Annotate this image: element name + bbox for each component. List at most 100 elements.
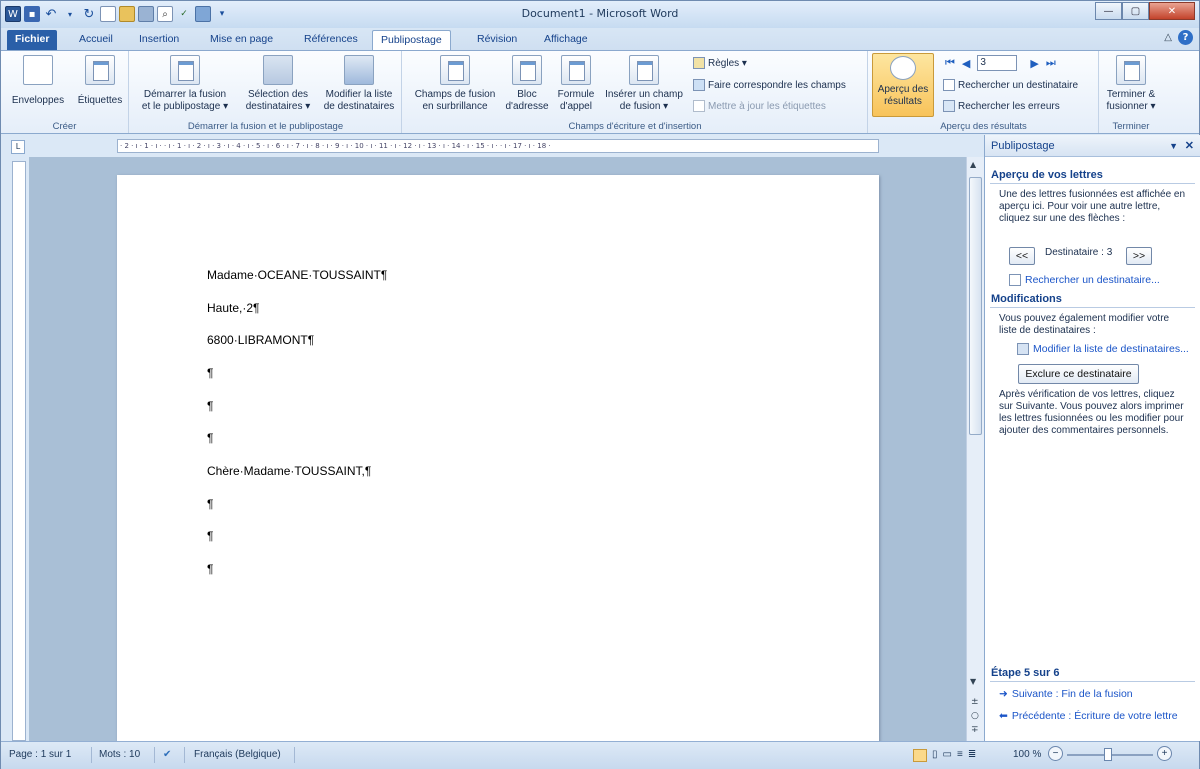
modifier-liste-button[interactable]: Modifier la liste de destinataires — [316, 55, 402, 113]
close-button[interactable]: ✕ — [1149, 2, 1195, 20]
paragraph-street[interactable]: Haute,·2¶ — [207, 301, 259, 315]
tab-references[interactable]: Références — [296, 30, 366, 50]
minimize-button[interactable]: — — [1095, 2, 1122, 20]
section-modifications-heading: Modifications — [991, 293, 1062, 305]
faire-correspondre-button[interactable]: Faire correspondre les champs — [693, 79, 846, 91]
outline-icon[interactable]: ≡ — [957, 749, 963, 762]
document-area: Madame·OCEANE·TOUSSAINT¶ Haute,·2¶ 6800·… — [29, 157, 966, 755]
arrow-right-icon: ➜ — [999, 688, 1008, 700]
web-layout-icon[interactable]: ▭ — [943, 749, 952, 762]
paragraph-empty[interactable]: ¶ — [207, 431, 213, 445]
paragraph-empty[interactable]: ¶ — [207, 366, 213, 380]
scroll-up-icon[interactable]: ▲ — [970, 160, 976, 169]
enveloppes-button[interactable]: Enveloppes — [11, 55, 65, 107]
rechercher-destinataire-button[interactable]: Rechercher un destinataire — [943, 79, 1078, 91]
mettre-a-jour-etiquettes-button[interactable]: Mettre à jour les étiquettes — [693, 100, 826, 112]
help-icon[interactable]: ? — [1178, 30, 1193, 45]
insert-field-icon — [629, 55, 659, 85]
apercu-resultats-button[interactable]: Aperçu des résultats — [872, 53, 934, 117]
regles-button[interactable]: Règles ▾ — [693, 57, 747, 69]
demarrer-fusion-button[interactable]: Démarrer la fusion et le publipostage ▾ — [136, 55, 234, 113]
task-pane-header: Publipostage ▼ ✕ — [985, 135, 1200, 157]
window-controls: — ▢ ✕ — [1095, 2, 1195, 20]
paragraph-empty[interactable]: ¶ — [207, 562, 213, 576]
rechercher-erreurs-button[interactable]: Rechercher les erreurs — [943, 100, 1060, 112]
pane-close-icon[interactable]: ✕ — [1185, 135, 1194, 157]
title-bar: W ▪ ↶ ▾ ↻ ⌕ ✓ ▾ Document1 - Microsoft Wo… — [1, 1, 1199, 28]
language-indicator[interactable]: Français (Belgique) — [194, 749, 281, 760]
edit-list-icon — [1017, 343, 1029, 355]
tab-insertion[interactable]: Insertion — [131, 30, 187, 50]
print-layout-icon[interactable] — [913, 749, 927, 762]
scroll-down-icon[interactable]: ▼ — [970, 677, 976, 686]
tab-publipostage[interactable]: Publipostage — [372, 30, 451, 50]
record-input[interactable]: 3 — [977, 55, 1018, 71]
zoom-in-icon[interactable]: + — [1157, 746, 1172, 761]
group-terminer: Terminer & fusionner ▾ Terminer — [1100, 51, 1162, 133]
browse-object-icon[interactable]: ○ — [971, 711, 979, 721]
start-merge-icon — [170, 55, 200, 85]
paragraph-empty[interactable]: ¶ — [207, 497, 213, 511]
update-labels-icon — [693, 100, 705, 112]
selection-destinataires-button[interactable]: Sélection des destinataires ▾ — [240, 55, 316, 113]
etiquettes-button[interactable]: Étiquettes — [73, 55, 127, 107]
divider — [990, 183, 1195, 184]
previous-step-link[interactable]: ⬅ Précédente : Écriture de votre lettre — [999, 710, 1178, 722]
mail-merge-task-pane: Publipostage ▼ ✕ Aperçu de vos lettres U… — [984, 135, 1200, 741]
tab-fichier[interactable]: Fichier — [7, 30, 58, 50]
paragraph-empty[interactable]: ¶ — [207, 529, 213, 543]
draft-icon[interactable]: ≣ — [968, 749, 976, 762]
next-step-link[interactable]: ➜ Suivante : Fin de la fusion — [999, 688, 1133, 700]
edit-recipient-list-link[interactable]: Modifier la liste de destinataires... — [1017, 343, 1189, 355]
zoom-out-icon[interactable]: − — [1048, 746, 1063, 761]
group-label-creer: Créer — [52, 121, 77, 132]
page-count[interactable]: Page : 1 sur 1 — [9, 749, 71, 760]
inserer-champ-button[interactable]: Insérer un champ de fusion ▾ — [599, 55, 689, 113]
tab-mise-en-page[interactable]: Mise en page — [202, 30, 281, 50]
next-page-icon[interactable]: ∓ — [971, 725, 979, 735]
horizontal-ruler[interactable]: · 2 · ı · 1 · ı · · ı · 1 · ı · 2 · ı · … — [117, 139, 879, 153]
paragraph-empty[interactable]: ¶ — [207, 399, 213, 413]
maximize-button[interactable]: ▢ — [1122, 2, 1149, 20]
group-apercu: Aperçu des résultats ⏮ ◀ 3 ▶ ⏭ Recherche… — [869, 51, 1099, 133]
formule-appel-button[interactable]: Formule d'appel — [553, 55, 599, 113]
tab-selector[interactable]: L — [11, 140, 25, 154]
first-record-icon[interactable]: ⏮ — [945, 57, 955, 70]
next-recipient-button[interactable]: >> — [1126, 247, 1152, 265]
last-record-icon[interactable]: ⏭ — [1046, 57, 1056, 70]
paragraph-city[interactable]: 6800·LIBRAMONT¶ — [207, 333, 314, 347]
check-errors-icon — [943, 100, 955, 112]
vertical-ruler[interactable] — [12, 161, 26, 741]
minimize-ribbon-icon[interactable]: △ — [1164, 32, 1172, 43]
scroll-thumb[interactable] — [969, 177, 982, 435]
group-label-apercu: Aperçu des résultats — [940, 121, 1027, 132]
bloc-adresse-button[interactable]: Bloc d'adresse — [503, 55, 551, 113]
pane-menu-icon[interactable]: ▼ — [1169, 135, 1178, 157]
divider — [154, 747, 155, 763]
window-title: Document1 - Microsoft Word — [521, 7, 679, 20]
terminer-fusionner-button[interactable]: Terminer & fusionner ▾ — [1100, 55, 1162, 113]
paragraph-greeting[interactable]: Chère·Madame·TOUSSAINT,¶ — [207, 464, 371, 478]
champs-surbrillance-button[interactable]: Champs de fusion en surbrillance — [407, 55, 503, 113]
full-screen-reading-icon[interactable]: ▯ — [932, 749, 938, 762]
next-record-icon[interactable]: ▶ — [1030, 57, 1038, 70]
tab-affichage[interactable]: Affichage — [536, 30, 596, 50]
find-recipient-link[interactable]: Rechercher un destinataire... — [1009, 274, 1160, 286]
previous-record-icon[interactable]: ◀ — [962, 57, 970, 70]
divider — [990, 681, 1195, 682]
previous-page-icon[interactable]: ± — [971, 697, 979, 707]
paragraph-recipient-name[interactable]: Madame·OCEANE·TOUSSAINT¶ — [207, 268, 387, 282]
vertical-scrollbar[interactable]: ▲ ▼ ± ○ ∓ — [966, 157, 984, 741]
previous-recipient-button[interactable]: << — [1009, 247, 1035, 265]
zoom-slider-thumb[interactable] — [1104, 748, 1112, 761]
group-creer: Enveloppes Étiquettes Créer — [1, 51, 129, 133]
tab-accueil[interactable]: Accueil — [71, 30, 121, 50]
word-count[interactable]: Mots : 10 — [99, 749, 140, 760]
proofing-icon[interactable]: ✔ — [163, 749, 171, 760]
exclude-recipient-button[interactable]: Exclure ce destinataire — [1018, 364, 1139, 384]
zoom-level[interactable]: 100 % — [1013, 749, 1041, 760]
divider — [184, 747, 185, 763]
document-page[interactable]: Madame·OCEANE·TOUSSAINT¶ Haute,·2¶ 6800·… — [117, 175, 879, 755]
tab-revision[interactable]: Révision — [469, 30, 525, 50]
section-apercu-heading: Aperçu de vos lettres — [991, 169, 1103, 181]
